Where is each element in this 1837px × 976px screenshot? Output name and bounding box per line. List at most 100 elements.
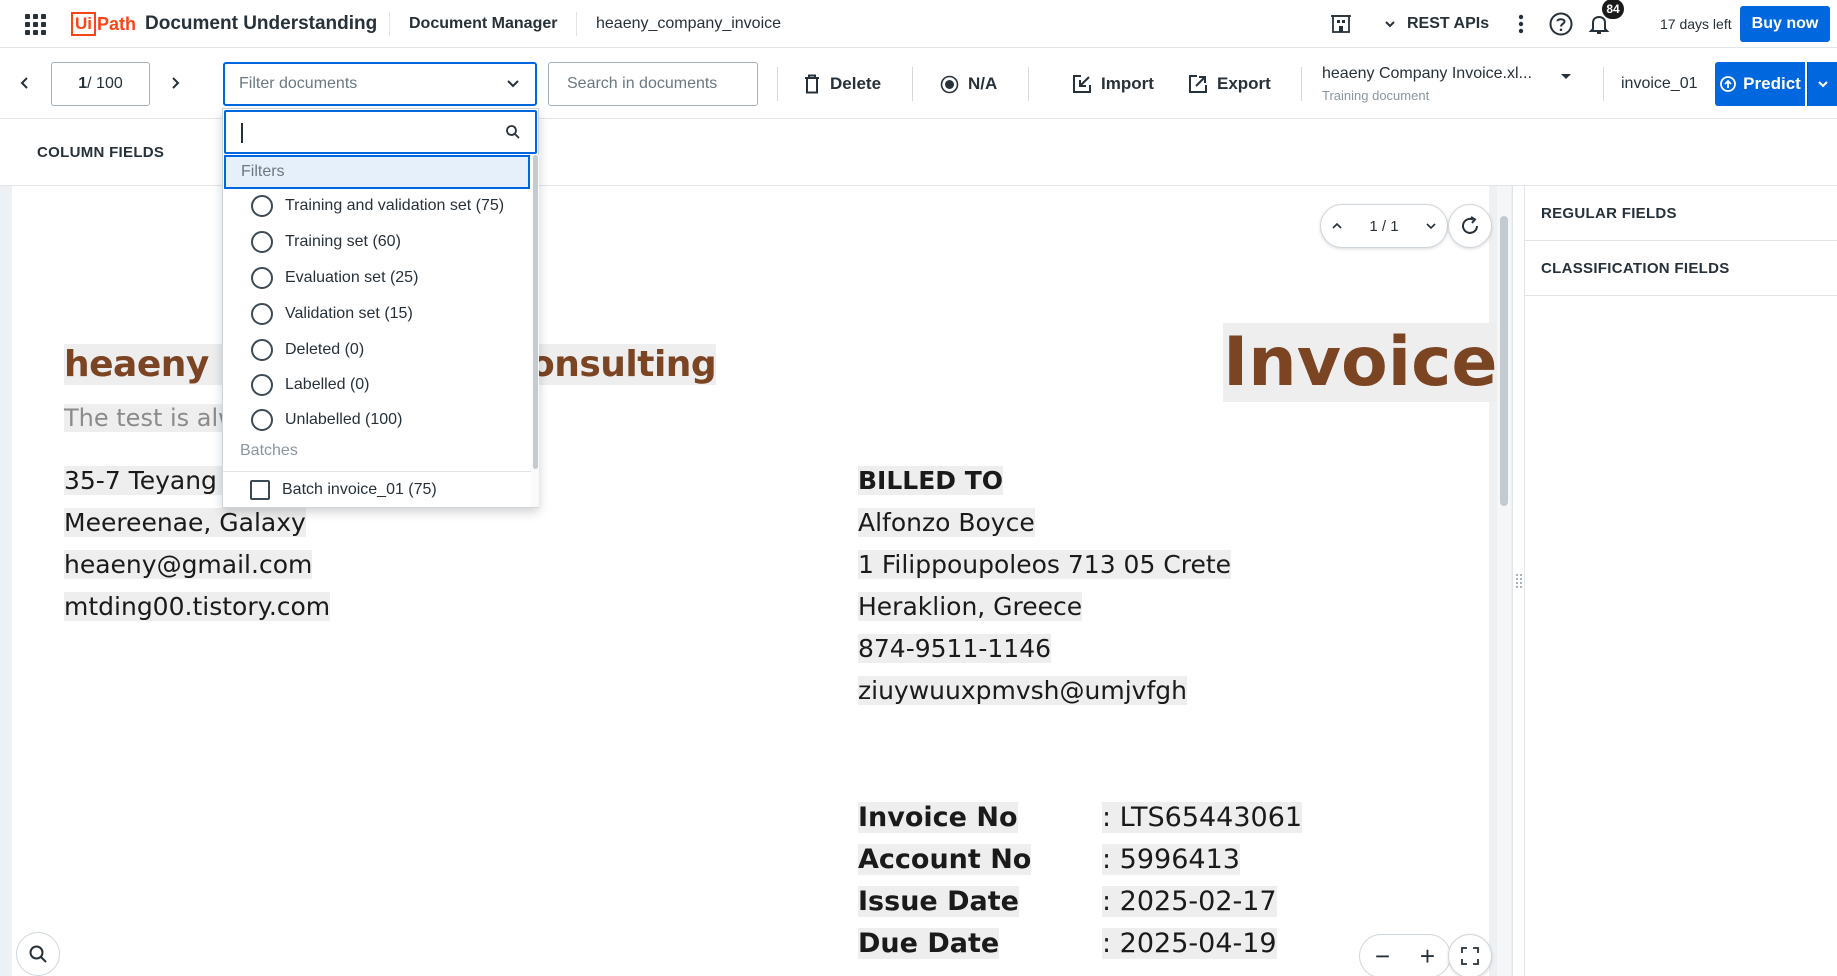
apps-grid-icon[interactable] (22, 0, 48, 48)
fullscreen-button[interactable] (1448, 934, 1492, 976)
chevron-down-icon (1817, 81, 1828, 88)
divider (1301, 67, 1302, 101)
invoice-title-text: Invoice (1223, 323, 1498, 402)
radio-button[interactable] (251, 195, 273, 217)
billed-to-header-text: BILLED TO (858, 466, 1004, 495)
uipath-logo[interactable]: Ui Path Document Understanding (71, 0, 377, 48)
filter-placeholder: Filter documents (239, 75, 358, 92)
zoom-control[interactable]: − + (1359, 934, 1451, 976)
next-document-button[interactable] (163, 71, 187, 95)
page-indicator: 1 / 1 (1369, 217, 1399, 235)
invoice-field-value-text: : LTS65443061 (1102, 802, 1303, 833)
invoice-field-label: Due Date (858, 928, 1000, 959)
company-name-end: onsulting (530, 344, 717, 385)
chevron-down-icon[interactable] (1425, 220, 1437, 232)
building-icon[interactable] (1330, 0, 1352, 48)
billed-to-line-text: 874-9511-1146 (858, 634, 1052, 663)
previous-document-button[interactable] (13, 71, 37, 95)
export-label: Export (1217, 74, 1271, 93)
export-button[interactable]: Export (1188, 62, 1271, 106)
zoom-out-icon[interactable]: − (1375, 941, 1390, 972)
divider (777, 67, 778, 101)
filter-option[interactable]: Training and validation set (75) (251, 191, 504, 221)
divider (223, 471, 531, 472)
scrollbar-thumb[interactable] (533, 155, 538, 469)
filter-option-label: Deleted (0) (285, 341, 365, 358)
filter-option[interactable]: Training set (60) (251, 227, 401, 257)
invoice-field-value: : LTS65443061 (1102, 802, 1303, 833)
scrollbar-thumb[interactable] (1500, 216, 1508, 506)
address-line: Meereenae, Galaxy (64, 508, 306, 537)
buy-now-button[interactable]: Buy now (1740, 6, 1830, 42)
panel-resize-handle[interactable] (1512, 186, 1524, 976)
viewer-scrollbar[interactable] (1497, 186, 1511, 976)
chevron-down-icon (507, 80, 519, 88)
page-total: / 100 (87, 75, 123, 92)
more-vertical-icon[interactable] (1516, 0, 1526, 48)
search-documents-input[interactable]: Search in documents (548, 62, 758, 106)
predict-icon (1720, 76, 1737, 92)
rest-apis-label: REST APIs (1407, 15, 1490, 32)
regular-fields-section[interactable]: REGULAR FIELDS (1525, 186, 1837, 241)
radio-button[interactable] (251, 374, 273, 396)
text-cursor (241, 123, 243, 143)
search-in-page-button[interactable] (16, 932, 60, 976)
divider (1028, 67, 1029, 101)
notification-badge: 84 (1602, 0, 1624, 19)
chevron-right-icon (172, 77, 180, 89)
column-fields-tab[interactable]: COLUMN FIELDS (37, 144, 164, 161)
billed-to-line-text: Heraklion, Greece (858, 592, 1083, 621)
breadcrumb-project: heaeny_company_invoice (596, 15, 782, 32)
radio-button[interactable] (251, 303, 273, 325)
classification-fields-section[interactable]: CLASSIFICATION FIELDS (1525, 241, 1837, 296)
checkbox[interactable] (250, 480, 270, 500)
caret-down-icon (1561, 74, 1571, 79)
invoice-field-label-text: Invoice No (858, 802, 1018, 833)
invoice-field-value: : 2025-04-19 (1102, 928, 1277, 959)
address-line-text: heaeny@gmail.com (64, 550, 313, 579)
filter-documents-select[interactable]: Filter documents (223, 62, 537, 106)
filter-option[interactable]: Validation set (15) (251, 299, 413, 329)
predict-options-button[interactable] (1807, 62, 1837, 106)
import-button[interactable]: Import (1072, 62, 1154, 106)
filter-option-label: Unlabelled (100) (285, 411, 403, 428)
radio-button[interactable] (251, 231, 273, 253)
predict-button[interactable]: Predict (1715, 62, 1805, 106)
invoice-field-label-text: Due Date (858, 928, 1000, 959)
radio-button[interactable] (251, 339, 273, 361)
filter-option-label: Validation set (15) (285, 305, 413, 322)
page-current[interactable]: 1 (78, 75, 87, 93)
dropdown-scrollbar[interactable] (531, 155, 539, 507)
filter-search-input[interactable] (224, 110, 537, 154)
filter-option-label: Training and validation set (75) (285, 197, 505, 214)
page-navigator[interactable]: 1 / 1 (1320, 204, 1448, 248)
search-icon (506, 125, 520, 139)
invoice-field-label-text: Issue Date (858, 886, 1019, 917)
help-icon[interactable] (1548, 0, 1574, 48)
filter-option[interactable]: Labelled (0) (251, 370, 370, 400)
radio-button[interactable] (251, 267, 273, 289)
filter-option[interactable]: Evaluation set (25) (251, 263, 418, 293)
address-line-text: 35-7 Teyang s (64, 466, 238, 495)
export-icon (1189, 75, 1207, 93)
chevron-up-icon[interactable] (1331, 220, 1343, 232)
fields-panel: REGULAR FIELDS CLASSIFICATION FIELDS (1524, 186, 1837, 976)
filter-option[interactable]: Deleted (0) (251, 335, 364, 365)
breadcrumb-document-manager[interactable]: Document Manager (409, 0, 557, 48)
zoom-in-icon[interactable]: + (1420, 941, 1435, 972)
billed-to-line-text: 1 Filippoupoleos 713 05 Crete (858, 550, 1232, 579)
document-select[interactable]: heaeny Company Invoice.xl... Training do… (1322, 61, 1582, 107)
invoice-field-label: Invoice No (858, 802, 1018, 833)
delete-button[interactable]: Delete (803, 62, 881, 106)
rest-apis-menu[interactable]: REST APIs (1383, 0, 1489, 48)
filter-option[interactable]: Unlabelled (100) (251, 405, 402, 435)
document-pager[interactable]: 1 / 100 (51, 62, 150, 106)
billed-to-line: Alfonzo Boyce (858, 508, 1035, 537)
batch-option[interactable]: Batch invoice_01 (75) (250, 475, 437, 505)
rotate-button[interactable] (1448, 204, 1492, 248)
trash-icon (805, 74, 819, 94)
document-name: heaeny Company Invoice.xl... (1322, 65, 1532, 82)
billed-to-line: 874-9511-1146 (858, 634, 1052, 663)
radio-button[interactable] (251, 409, 273, 431)
na-toggle[interactable]: N/A (940, 62, 997, 106)
